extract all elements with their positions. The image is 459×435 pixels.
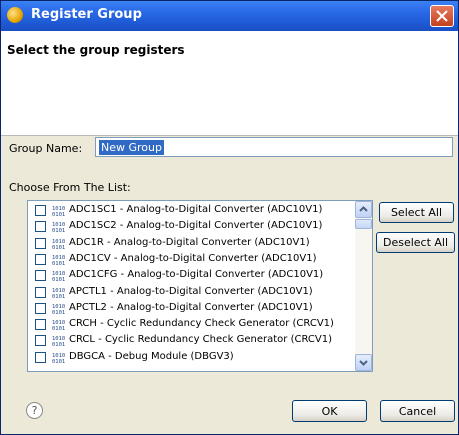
list-item[interactable]: 1010 0101 APCTL1 - Analog-to-Digital Conve…	[32, 285, 352, 301]
register-icon: 10100101	[52, 239, 65, 250]
list-scrollbar[interactable]	[355, 201, 372, 371]
list-item-label: APCTL2 - Analog-to-Digital Converter (AD…	[69, 301, 313, 313]
close-icon	[436, 10, 448, 22]
item-checkbox[interactable]	[35, 319, 46, 331]
item-checkbox[interactable]	[35, 221, 46, 233]
svg-text:0101: 0101	[52, 342, 65, 347]
deselect-all-button[interactable]: Deselect All	[376, 232, 455, 253]
list-item-label: CRCL - Cyclic Redundancy Check Generator…	[69, 334, 332, 346]
list-item[interactable]: 1010 0101 ADC1R - Analog-to-Digital Conver…	[32, 236, 352, 252]
list-item-label: ADC1R - Analog-to-Digital Converter (ADC…	[69, 236, 310, 248]
list-item-label: ADC1SC2 - Analog-to-Digital Converter (A…	[69, 220, 323, 232]
item-checkbox[interactable]	[35, 205, 46, 216]
svg-text:0101: 0101	[52, 228, 65, 233]
list-item[interactable]: 1010 0101 ADC1SC1 - Analog-to-Digital Conv…	[32, 203, 352, 219]
chevron-up-icon	[359, 206, 368, 212]
title-bar[interactable]: Register Group	[1, 1, 458, 31]
list-item[interactable]: 1010 0101 ADC1CV - Analog-to-Digital Conve…	[32, 252, 352, 268]
app-icon	[7, 7, 23, 23]
dialog-header: Select the group registers	[1, 31, 458, 136]
svg-text:0101: 0101	[52, 294, 65, 299]
select-all-button[interactable]: Select All	[379, 202, 454, 223]
list-item-label: ADC1CV - Analog-to-Digital Converter (AD…	[69, 252, 317, 264]
group-name-input[interactable]: New Group	[95, 137, 453, 157]
scroll-up-button[interactable]	[355, 201, 372, 218]
list-item-label: APCTL1 - Analog-to-Digital Converter (AD…	[69, 285, 313, 297]
list-item[interactable]: 1010 0101 ADC1SC2 - Analog-to-Digital Conv…	[32, 219, 352, 235]
register-list[interactable]: 1010 0101 ADC1SC1 - Analog-to-Digital Conv…	[27, 200, 373, 372]
svg-text:0101: 0101	[52, 212, 65, 217]
list-item-label: DBGCA - Debug Module (DBGV3)	[69, 350, 234, 362]
list-item[interactable]: 1010 0101 DBGCA - Debug Module (DBGV3)	[32, 350, 352, 366]
register-icon: 10100101	[52, 222, 65, 233]
svg-text:0101: 0101	[52, 245, 65, 250]
item-checkbox[interactable]	[35, 270, 46, 282]
list-item[interactable]: 1010 0101 CRCL - Cyclic Redundancy Check G…	[32, 333, 352, 349]
window-title: Register Group	[31, 7, 142, 22]
svg-text:0101: 0101	[52, 359, 65, 364]
choose-list-label: Choose From The List:	[9, 181, 131, 194]
list-item[interactable]: 1010 0101 CRCH - Cyclic Redundancy Check G…	[32, 317, 352, 333]
svg-text:0101: 0101	[52, 326, 65, 331]
cancel-button[interactable]: Cancel	[380, 400, 455, 422]
list-item-label: ADC1SC1 - Analog-to-Digital Converter (A…	[69, 204, 323, 215]
help-icon[interactable]: ?	[26, 402, 43, 419]
item-checkbox[interactable]	[35, 237, 46, 249]
item-checkbox[interactable]	[35, 253, 46, 265]
svg-text:0101: 0101	[52, 261, 65, 266]
group-name-label: Group Name:	[9, 142, 83, 155]
svg-text:0101: 0101	[52, 310, 65, 315]
register-icon: 10100101	[52, 320, 65, 331]
register-group-dialog: Register Group Select the group register…	[0, 0, 459, 435]
register-icon: 10100101	[52, 206, 65, 217]
register-icon: 10100101	[52, 304, 65, 315]
close-button[interactable]	[430, 5, 454, 27]
register-icon: 10100101	[52, 288, 65, 299]
list-item[interactable]: 1010 0101 APCTL2 - Analog-to-Digital Conve…	[32, 301, 352, 317]
group-name-value: New Group	[99, 140, 164, 155]
item-checkbox[interactable]	[35, 286, 46, 298]
header-title: Select the group registers	[7, 43, 185, 57]
scroll-down-button[interactable]	[355, 354, 372, 371]
register-icon: 10100101	[52, 353, 65, 364]
register-icon: 10100101	[52, 255, 65, 266]
svg-text:0101: 0101	[52, 277, 65, 282]
chevron-down-icon	[359, 360, 368, 366]
item-checkbox[interactable]	[35, 335, 46, 347]
list-item[interactable]: 1010 0101 ADC1CFG - Analog-to-Digital Conv…	[32, 268, 352, 284]
register-icon: 10100101	[52, 336, 65, 347]
scroll-thumb[interactable]	[355, 219, 372, 229]
ok-button[interactable]: OK	[292, 400, 367, 422]
item-checkbox[interactable]	[35, 351, 46, 363]
item-checkbox[interactable]	[35, 302, 46, 314]
list-item-label: ADC1CFG - Analog-to-Digital Converter (A…	[69, 269, 324, 281]
register-icon: 10100101	[52, 271, 65, 282]
list-item-label: CRCH - Cyclic Redundancy Check Generator…	[69, 318, 334, 330]
